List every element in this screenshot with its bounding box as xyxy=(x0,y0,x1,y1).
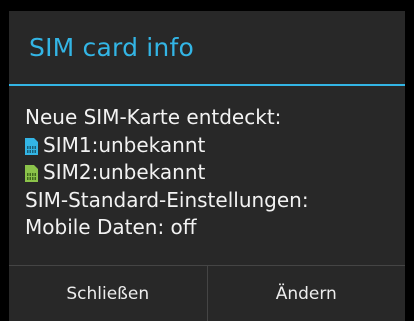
defaults-line: SIM-Standard-Einstellungen: xyxy=(25,187,389,215)
sim2-status: SIM2:unbekannt xyxy=(43,160,206,184)
intro-text: Neue SIM-Karte entdeckt: xyxy=(25,105,282,129)
close-button[interactable]: Schließen xyxy=(9,266,207,321)
sim2-line: SIM2:unbekannt xyxy=(25,159,389,187)
dialog-title: SIM card info xyxy=(29,33,194,62)
sim1-card-icon xyxy=(25,137,38,155)
sim1-line: SIM1:unbekannt xyxy=(25,132,389,160)
dialog-message: Neue SIM-Karte entdeckt: SIM1:unbekannt xyxy=(9,86,405,265)
change-button[interactable]: Ändern xyxy=(208,266,406,321)
defaults-text: SIM-Standard-Einstellungen: xyxy=(25,187,309,212)
mobile-data-line: Mobile Daten: off xyxy=(25,214,389,242)
mobile-data-text: Mobile Daten: off xyxy=(25,215,197,239)
dialog-button-bar: Schließen Ändern xyxy=(9,265,405,321)
intro-line: Neue SIM-Karte entdeckt: xyxy=(25,104,389,132)
sim2-card-icon xyxy=(25,165,38,183)
sim1-status: SIM1:unbekannt xyxy=(43,132,206,157)
sim-info-dialog: SIM card info Neue SIM-Karte entdeckt: S… xyxy=(9,11,405,321)
